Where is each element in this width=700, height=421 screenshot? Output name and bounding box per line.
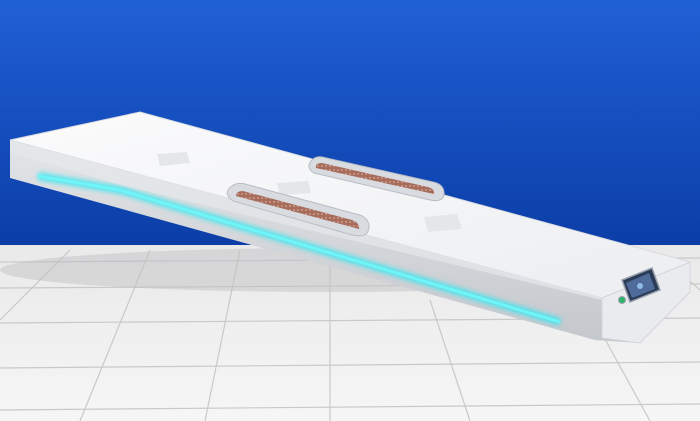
power-button-icon [618, 296, 626, 304]
surface-pad [424, 214, 462, 232]
surface-pad [277, 181, 311, 195]
scene-canvas [0, 0, 700, 421]
product-scene [0, 0, 700, 421]
